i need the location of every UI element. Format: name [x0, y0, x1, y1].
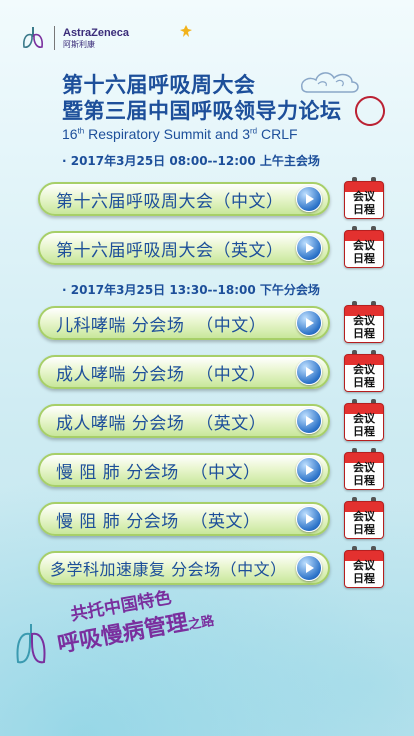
session-button-label: 成人哮喘 分会场 （英文） [56, 413, 267, 434]
title-line-2: 暨第三届中国呼吸领导力论坛 [62, 98, 342, 123]
session-button-copd-en[interactable]: 慢 阻 肺 分会场 （英文） [38, 502, 330, 536]
session-header-afternoon: · 2017年3月25日 13:30--18:00 下午分会场 [62, 283, 320, 297]
event-subtitle: 16th Respiratory Summit and 3rd CRLF [62, 126, 298, 142]
cloud-ornament-icon [301, 72, 359, 93]
astrazeneca-mark-icon [180, 24, 192, 37]
session-button-label: 儿科哮喘 分会场 （中文） [56, 315, 267, 336]
calendar-icon: 会议 日程 [344, 452, 384, 490]
session-header-morning: · 2017年3月25日 08:00--12:00 上午主会场 [62, 154, 320, 168]
schedule-calendar-adult-asthma-en[interactable]: 会议 日程 [344, 399, 384, 441]
schedule-calendar-main-en[interactable]: 会议 日程 [344, 226, 384, 268]
astrazeneca-logo: AstraZeneca 阿斯利康 [63, 24, 192, 49]
play-icon[interactable] [296, 506, 322, 532]
session-button-label: 第十六届呼吸周大会（中文） [56, 191, 284, 212]
play-icon[interactable] [296, 186, 322, 212]
play-icon[interactable] [296, 457, 322, 483]
brand-header: AstraZeneca 阿斯利康 [20, 20, 192, 56]
brand-name-en: AstraZeneca [63, 26, 130, 39]
schedule-calendar-copd-en[interactable]: 会议 日程 [344, 497, 384, 539]
session-button-adult-asthma-cn[interactable]: 成人哮喘 分会场 （中文） [38, 355, 330, 389]
session-button-label: 第十六届呼吸周大会（英文） [56, 240, 284, 261]
brand-name-cn: 阿斯利康 [63, 39, 95, 49]
session-button-label: 慢 阻 肺 分会场 （英文） [56, 511, 261, 532]
brand-divider [54, 26, 55, 50]
session-button-main-en[interactable]: 第十六届呼吸周大会（英文） [38, 231, 330, 265]
play-icon[interactable] [296, 408, 322, 434]
session-button-adult-asthma-en[interactable]: 成人哮喘 分会场 （英文） [38, 404, 330, 438]
play-icon[interactable] [296, 555, 322, 581]
lung-logo-icon [23, 27, 43, 48]
schedule-calendar-copd-cn[interactable]: 会议 日程 [344, 448, 384, 490]
schedule-calendar-adult-asthma-cn[interactable]: 会议 日程 [344, 350, 384, 392]
calendar-icon: 会议 日程 [344, 305, 384, 343]
session-button-copd-cn[interactable]: 慢 阻 肺 分会场 （中文） [38, 453, 330, 487]
session-button-main-cn[interactable]: 第十六届呼吸周大会（中文） [38, 182, 330, 216]
calendar-icon: 会议 日程 [344, 550, 384, 588]
calendar-icon: 会议 日程 [344, 230, 384, 268]
session-button-peds-asthma-cn[interactable]: 儿科哮喘 分会场 （中文） [38, 306, 330, 340]
schedule-calendar-main-cn[interactable]: 会议 日程 [344, 177, 384, 219]
session-button-label: 成人哮喘 分会场 （中文） [56, 364, 267, 385]
play-icon[interactable] [296, 359, 322, 385]
calendar-icon: 会议 日程 [344, 403, 384, 441]
play-icon[interactable] [296, 310, 322, 336]
schedule-calendar-peds-asthma-cn[interactable]: 会议 日程 [344, 301, 384, 343]
play-icon[interactable] [296, 235, 322, 261]
session-button-label: 慢 阻 肺 分会场 （中文） [56, 462, 261, 483]
schedule-calendar-eras-cn[interactable]: 会议 日程 [344, 546, 384, 588]
calendar-icon: 会议 日程 [344, 354, 384, 392]
calendar-icon: 会议 日程 [344, 181, 384, 219]
calendar-icon: 会议 日程 [344, 501, 384, 539]
